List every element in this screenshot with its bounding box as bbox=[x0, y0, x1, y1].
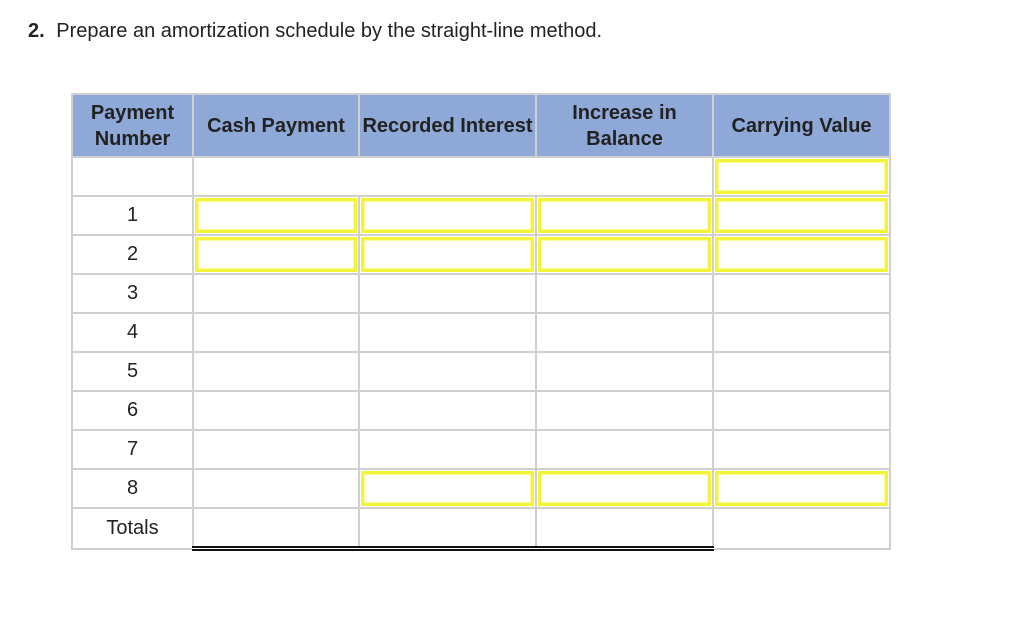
row-label: 5 bbox=[71, 351, 194, 392]
cash-payment-input-2[interactable] bbox=[195, 237, 357, 272]
cell bbox=[712, 429, 891, 470]
row-label bbox=[71, 156, 194, 197]
carrying-value-input-1[interactable] bbox=[715, 198, 888, 233]
question-prompt: 2. Prepare an amortization schedule by t… bbox=[28, 20, 602, 43]
cell bbox=[192, 273, 360, 314]
carrying-value-input-0[interactable] bbox=[715, 159, 888, 194]
cell bbox=[712, 312, 891, 353]
recorded-interest-input-1[interactable] bbox=[361, 198, 534, 233]
table-row: 4 bbox=[71, 312, 891, 353]
cell bbox=[535, 429, 714, 470]
table-row: 6 bbox=[71, 390, 891, 431]
table-row: 3 bbox=[71, 273, 891, 314]
table-row: 8 bbox=[71, 468, 891, 509]
cell bbox=[358, 273, 537, 314]
increase-in-balance-input-2[interactable] bbox=[538, 237, 711, 272]
cell bbox=[358, 312, 537, 353]
cell bbox=[192, 429, 360, 470]
row-label: 4 bbox=[71, 312, 194, 353]
cell bbox=[192, 351, 360, 392]
question-number: 2. bbox=[28, 20, 45, 42]
cell bbox=[712, 390, 891, 431]
header-recorded-interest: Recorded Interest bbox=[358, 93, 537, 158]
table-row: 5 bbox=[71, 351, 891, 392]
cell bbox=[358, 429, 537, 470]
header-cash-payment: Cash Payment bbox=[192, 93, 360, 158]
increase-in-balance-input-1[interactable] bbox=[538, 198, 711, 233]
total-carrying-value-cell bbox=[712, 507, 891, 550]
increase-in-balance-input-8[interactable] bbox=[538, 471, 711, 506]
total-increase-in-balance-cell bbox=[535, 507, 714, 551]
cell bbox=[192, 390, 360, 431]
row-label: 3 bbox=[71, 273, 194, 314]
carrying-value-input-2[interactable] bbox=[715, 237, 888, 272]
row-label: 8 bbox=[71, 468, 194, 509]
header-row: Payment Number Cash Payment Recorded Int… bbox=[71, 93, 891, 158]
cell bbox=[712, 273, 891, 314]
table-row-initial bbox=[71, 156, 891, 197]
cell bbox=[535, 312, 714, 353]
cell bbox=[535, 273, 714, 314]
cell bbox=[358, 351, 537, 392]
total-cash-payment-cell bbox=[192, 507, 360, 551]
totals-label: Totals bbox=[71, 507, 194, 550]
cash-payment-input-1[interactable] bbox=[195, 198, 357, 233]
row-label: 1 bbox=[71, 195, 194, 236]
total-recorded-interest-cell bbox=[358, 507, 537, 551]
cell bbox=[712, 351, 891, 392]
header-increase-in-balance: Increase in Balance bbox=[535, 93, 714, 158]
header-carrying-value: Carrying Value bbox=[712, 93, 891, 158]
cell bbox=[192, 312, 360, 353]
cell bbox=[358, 390, 537, 431]
recorded-interest-input-8[interactable] bbox=[361, 471, 534, 506]
table-row: 1 bbox=[71, 195, 891, 236]
row-label: 7 bbox=[71, 429, 194, 470]
carrying-value-input-8[interactable] bbox=[715, 471, 888, 506]
header-payment-number: Payment Number bbox=[71, 93, 194, 158]
row-label: 2 bbox=[71, 234, 194, 275]
question-text: Prepare an amortization schedule by the … bbox=[56, 20, 603, 42]
amortization-schedule-table: Payment Number Cash Payment Recorded Int… bbox=[71, 93, 891, 551]
totals-row: Totals bbox=[71, 507, 891, 551]
table-row: 2 bbox=[71, 234, 891, 275]
row-label: 6 bbox=[71, 390, 194, 431]
cell bbox=[535, 351, 714, 392]
table-row: 7 bbox=[71, 429, 891, 470]
recorded-interest-input-2[interactable] bbox=[361, 237, 534, 272]
cell bbox=[192, 468, 360, 509]
merged-blank-cell bbox=[192, 156, 714, 197]
cell bbox=[535, 390, 714, 431]
